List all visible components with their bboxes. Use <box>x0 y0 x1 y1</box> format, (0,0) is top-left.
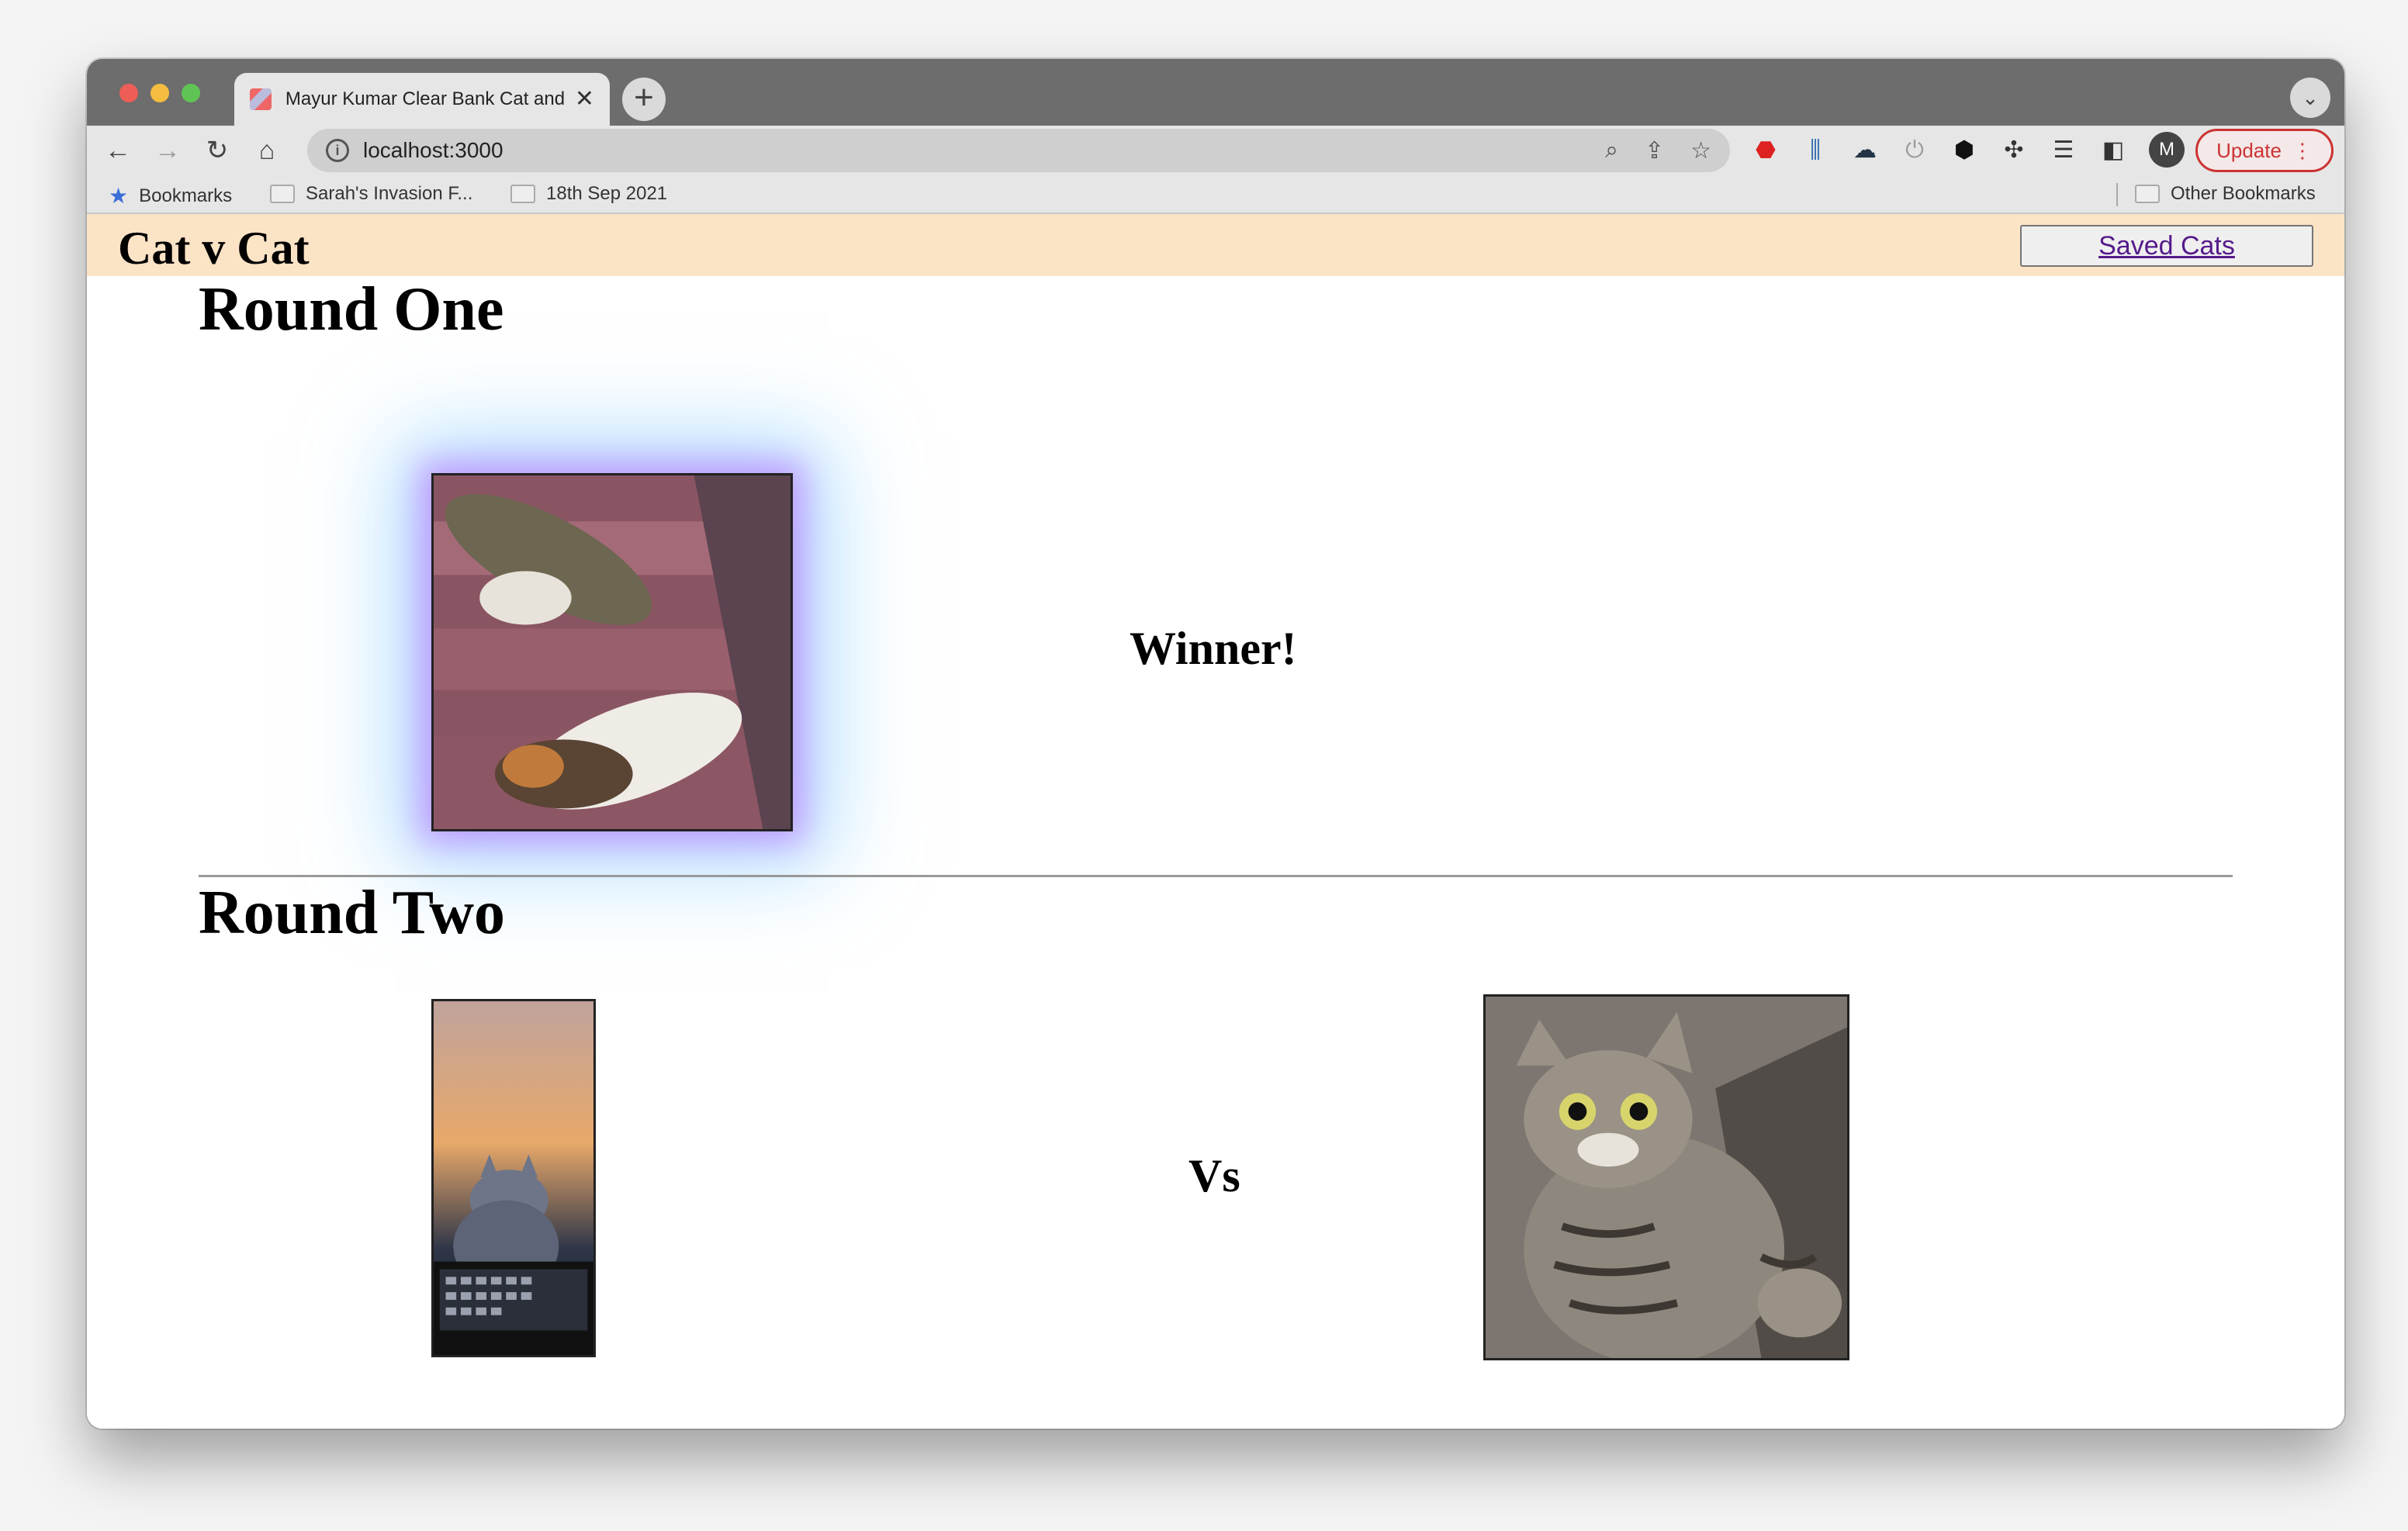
bookmark-label: Sarah's Invasion F... <box>306 183 473 204</box>
cats-on-stairs-image <box>434 475 791 829</box>
address-bar[interactable]: i localhost:3000 ⌕ ⇪ ☆ <box>307 129 1730 172</box>
bookmarks-bar: ★ Bookmarks Sarah's Invasion F... 18th S… <box>87 175 2344 214</box>
saved-cats-button[interactable]: Saved Cats <box>2020 225 2313 267</box>
bookmarks-divider <box>2116 183 2118 206</box>
page-content: Cat v Cat Saved Cats Round One Winner! R… <box>87 214 2344 1429</box>
url-text[interactable]: localhost:3000 <box>363 138 1579 163</box>
new-tab-button[interactable]: + <box>622 78 666 121</box>
browser-window: Mayur Kumar Clear Bank Cat and ✕ + ⌄ ← →… <box>87 59 2344 1429</box>
contender-cat-image-left[interactable] <box>431 999 596 1357</box>
bookmark-item[interactable]: Sarah's Invasion F... <box>270 183 472 205</box>
stats-extension-icon[interactable]: ⫼ <box>1798 133 1832 168</box>
reload-icon[interactable]: ↻ <box>197 130 237 171</box>
app-title: Cat v Cat <box>118 223 310 274</box>
close-tab-icon[interactable]: ✕ <box>575 88 594 111</box>
round-two-heading: Round Two <box>199 879 505 947</box>
winner-cat-image[interactable] <box>431 473 793 831</box>
extensions-puzzle-icon[interactable]: ✣ <box>1997 133 2031 168</box>
grey-cat-keyboard-image <box>434 1001 593 1355</box>
bookmark-item[interactable]: 18th Sep 2021 <box>510 183 667 205</box>
update-button[interactable]: Update ⋮ <box>2195 129 2334 172</box>
profile-avatar[interactable]: M <box>2149 132 2185 168</box>
app-header: Cat v Cat Saved Cats <box>87 214 2344 276</box>
other-bookmarks-label: Other Bookmarks <box>2171 183 2316 204</box>
folder-icon <box>270 185 295 203</box>
folder-icon <box>2135 185 2160 203</box>
back-icon[interactable]: ← <box>98 130 138 171</box>
cloud-extension-icon[interactable]: ☁ <box>1848 133 1882 168</box>
home-icon[interactable]: ⌂ <box>247 130 287 171</box>
star-icon: ★ <box>109 184 129 208</box>
kebab-menu-icon: ⋮ <box>2292 138 2313 162</box>
contender-cat-image-right[interactable] <box>1483 994 1849 1360</box>
bookmarks-label: Bookmarks <box>139 185 233 206</box>
browser-tab[interactable]: Mayur Kumar Clear Bank Cat and ✕ <box>234 73 610 126</box>
round-one-heading: Round One <box>199 275 504 344</box>
site-info-icon[interactable]: i <box>326 139 349 162</box>
power-extension-icon[interactable]: ⏻ <box>1898 133 1932 168</box>
round-divider <box>199 875 2233 877</box>
forward-icon[interactable]: → <box>147 130 188 171</box>
folder-icon <box>510 185 535 203</box>
minimize-window-icon[interactable] <box>150 84 169 102</box>
side-panel-icon[interactable]: ◧ <box>2096 133 2130 168</box>
tabby-cat-surprised-image <box>1486 997 1847 1358</box>
maximize-window-icon[interactable] <box>182 84 200 102</box>
share-icon[interactable]: ⇪ <box>1645 137 1664 164</box>
winner-label: Winner! <box>1130 623 1297 674</box>
bookmark-label: 18th Sep 2021 <box>546 183 668 204</box>
favicon-icon <box>250 88 272 110</box>
zoom-icon[interactable]: ⌕ <box>1605 137 1618 164</box>
tab-title: Mayur Kumar Clear Bank Cat and <box>285 88 564 109</box>
bookmarks-menu[interactable]: ★ Bookmarks <box>109 183 232 209</box>
bookmark-star-icon[interactable]: ☆ <box>1690 137 1711 164</box>
angular-extension-icon[interactable]: ⬢ <box>1947 133 1981 168</box>
update-label: Update <box>2216 138 2282 162</box>
vs-label: Vs <box>1188 1150 1240 1201</box>
close-window-icon[interactable] <box>119 84 138 102</box>
reading-list-icon[interactable]: ☰ <box>2046 133 2081 168</box>
tab-search-button[interactable]: ⌄ <box>2290 78 2330 118</box>
adblock-extension-icon[interactable]: ⬣ <box>1749 133 1783 168</box>
title-bar: Mayur Kumar Clear Bank Cat and ✕ + ⌄ <box>87 59 2344 126</box>
other-bookmarks[interactable]: Other Bookmarks <box>2135 183 2316 205</box>
browser-toolbar: ← → ↻ ⌂ i localhost:3000 ⌕ ⇪ ☆ ⬣ ⫼ ☁ ⏻ ⬢… <box>87 126 2344 175</box>
